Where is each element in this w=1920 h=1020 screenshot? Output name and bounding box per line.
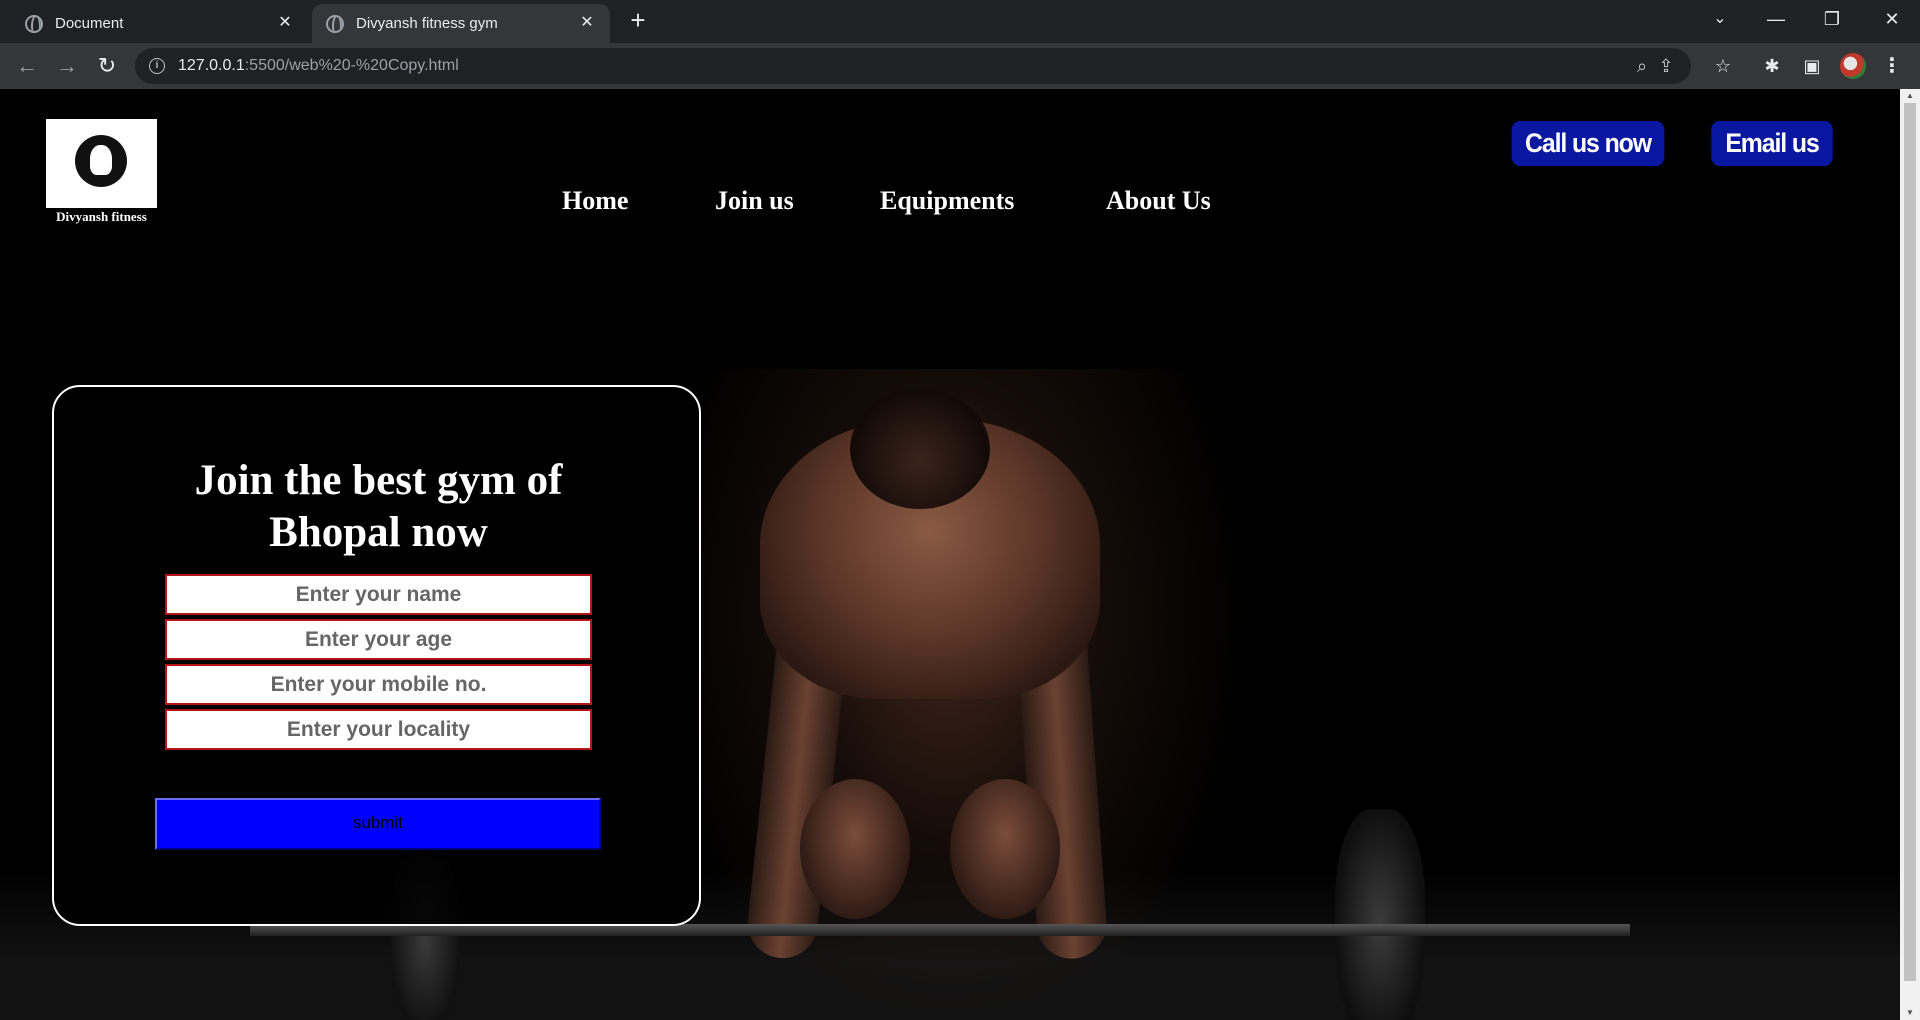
zoom-icon[interactable]: ⌕ [1631,55,1653,77]
name-field[interactable]: Enter your name [165,574,592,615]
locality-field[interactable]: Enter your locality [165,709,592,750]
close-icon[interactable]: ✕ [578,14,596,32]
nav-home[interactable]: Home [562,186,628,216]
tab-divyansh-fitness-gym[interactable]: Divyansh fitness gym ✕ [312,4,610,43]
browser-tab-bar: Document ✕ Divyansh fitness gym ✕ + ⌄ — … [0,0,1920,43]
mobile-field[interactable]: Enter your mobile no. [165,664,592,705]
close-icon[interactable]: ✕ [276,14,294,32]
page-viewport: Divyansh fitness Home Join us Equipments… [0,89,1900,1020]
minimize-button[interactable]: — [1748,0,1804,40]
tab-search-icon[interactable]: ⌄ [1692,0,1748,40]
menu-icon[interactable]: ⋮ [1880,54,1904,78]
share-icon[interactable]: ⇪ [1655,55,1677,77]
new-tab-button[interactable]: + [624,6,652,34]
bodybuilder-emblem-icon [75,135,127,187]
close-window-button[interactable]: ✕ [1864,0,1920,40]
tab-title: Divyansh fitness gym [356,15,498,32]
nav-join-us[interactable]: Join us [715,186,794,216]
side-panel-icon[interactable]: ▣ [1800,54,1824,78]
bookmark-star-icon[interactable]: ☆ [1711,54,1735,78]
profile-avatar[interactable] [1840,53,1866,79]
scrollbar-thumb[interactable] [1904,103,1916,981]
tab-title: Document [55,15,124,32]
nav-about-us[interactable]: About Us [1106,186,1211,216]
gym-logo[interactable] [46,119,157,208]
forward-button[interactable]: → [52,51,82,81]
scroll-down-arrow-icon[interactable]: ▼ [1900,1006,1920,1020]
scroll-up-arrow-icon[interactable]: ▲ [1900,89,1920,103]
address-bar[interactable]: i 127.0.0.1:5500/web%20-%20Copy.html ⌕ ⇪ [135,48,1691,84]
page-scrollbar[interactable]: ▲ ▼ [1900,89,1920,1020]
email-us-button[interactable]: Email us [1711,121,1833,166]
join-form-card: Join the best gym of Bhopal now Enter yo… [52,385,701,926]
globe-icon [326,14,344,33]
nav-equipments[interactable]: Equipments [880,186,1014,216]
url-text[interactable]: 127.0.0.1:5500/web%20-%20Copy.html [178,57,459,75]
restore-button[interactable]: ❐ [1804,0,1860,40]
age-field[interactable]: Enter your age [165,619,592,660]
reload-button[interactable]: ↻ [92,51,122,81]
back-button[interactable]: ← [12,51,42,81]
site-info-icon[interactable]: i [149,58,165,74]
tab-document[interactable]: Document ✕ [0,4,308,43]
submit-button[interactable]: submit [155,798,601,850]
browser-toolbar: ← → ↻ i 127.0.0.1:5500/web%20-%20Copy.ht… [0,43,1920,89]
call-us-button[interactable]: Call us now [1511,121,1665,166]
form-heading: Join the best gym of Bhopal now [194,457,563,556]
globe-icon [25,14,43,33]
logo-text: Divyansh fitness [56,209,147,224]
extensions-icon[interactable]: ✱ [1760,54,1784,78]
